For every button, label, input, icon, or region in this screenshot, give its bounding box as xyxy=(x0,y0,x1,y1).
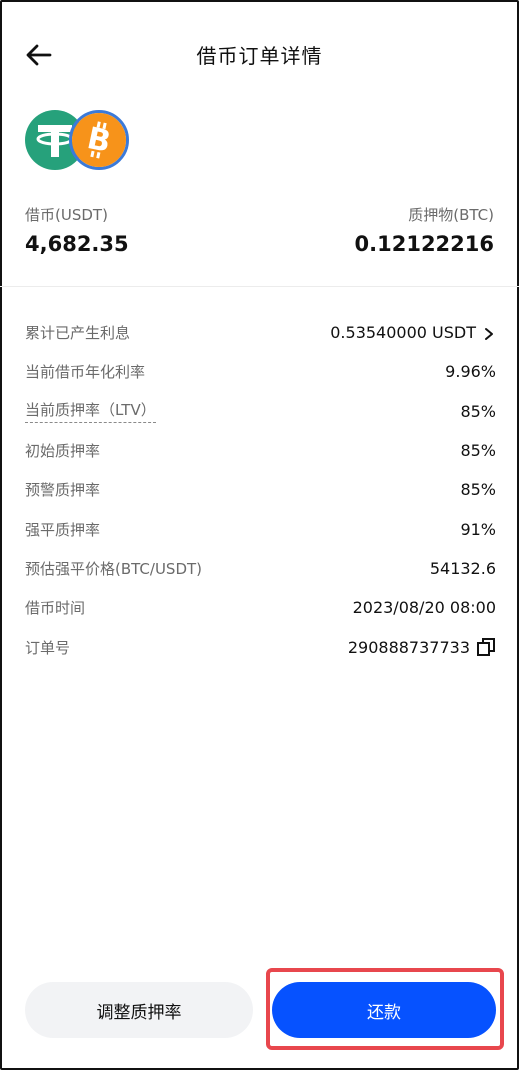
collateral-amount-value: 0.12122216 xyxy=(354,232,494,256)
section-divider xyxy=(0,286,519,287)
detail-row-initial-ltv: 初始质押率 85% xyxy=(25,431,496,470)
detail-row-order-id: 订单号 290888737733 xyxy=(25,627,496,666)
detail-label: 预警质押率 xyxy=(25,481,101,500)
page-title: 借币订单详情 xyxy=(196,44,323,68)
copy-icon[interactable] xyxy=(476,637,496,657)
detail-label: 预估强平价格(BTC/USDT) xyxy=(25,559,203,578)
borrow-amount-value: 4,682.35 xyxy=(25,232,129,256)
detail-label: 初始质押率 xyxy=(25,442,101,461)
detail-value: 91% xyxy=(460,519,496,539)
adjust-ltv-button[interactable]: 调整质押率 xyxy=(25,982,253,1038)
chevron-right-icon[interactable] xyxy=(482,326,496,340)
borrow-amount-label: 借币(USDT) xyxy=(25,206,108,224)
detail-label-tooltip[interactable]: 当前质押率（LTV） xyxy=(25,399,156,424)
detail-value: 85% xyxy=(460,480,496,500)
detail-row-borrow-time: 借币时间 2023/08/20 08:00 xyxy=(25,588,496,627)
detail-value: 0.53540000 USDT xyxy=(330,323,496,342)
btc-icon: B xyxy=(69,110,129,170)
detail-row-liquidation-ltv: 强平质押率 91% xyxy=(25,509,496,548)
order-details-list: 累计已产生利息 0.53540000 USDT 当前借币年化利率 9.96% 当… xyxy=(25,313,496,667)
detail-value: 85% xyxy=(460,441,496,461)
header: 借币订单详情 xyxy=(0,28,519,80)
detail-value: 290888737733 xyxy=(348,637,496,657)
detail-label: 强平质押率 xyxy=(25,520,101,539)
detail-row-liquidation-price: 预估强平价格(BTC/USDT) 54132.6 xyxy=(25,549,496,588)
detail-value: 2023/08/20 08:00 xyxy=(352,598,496,618)
detail-row-warning-ltv: 预警质押率 85% xyxy=(25,470,496,509)
detail-label: 订单号 xyxy=(25,638,71,657)
detail-row-annual-rate: 当前借币年化利率 9.96% xyxy=(25,352,496,391)
detail-label: 借币时间 xyxy=(25,599,86,618)
detail-value: 54132.6 xyxy=(429,558,496,578)
detail-label: 当前借币年化利率 xyxy=(25,363,146,382)
order-id-value: 290888737733 xyxy=(347,637,470,657)
coin-pair: B xyxy=(25,110,135,172)
detail-label: 累计已产生利息 xyxy=(25,324,131,343)
detail-value: 9.96% xyxy=(445,362,496,382)
detail-value: 85% xyxy=(460,401,496,421)
detail-row-accrued-interest[interactable]: 累计已产生利息 0.53540000 USDT xyxy=(25,313,496,352)
collateral-amount-label: 质押物(BTC) xyxy=(408,206,494,224)
detail-row-current-ltv: 当前质押率（LTV） 85% xyxy=(25,392,496,431)
accrued-interest-value: 0.53540000 USDT xyxy=(330,323,476,343)
repay-button[interactable]: 还款 xyxy=(272,982,496,1038)
